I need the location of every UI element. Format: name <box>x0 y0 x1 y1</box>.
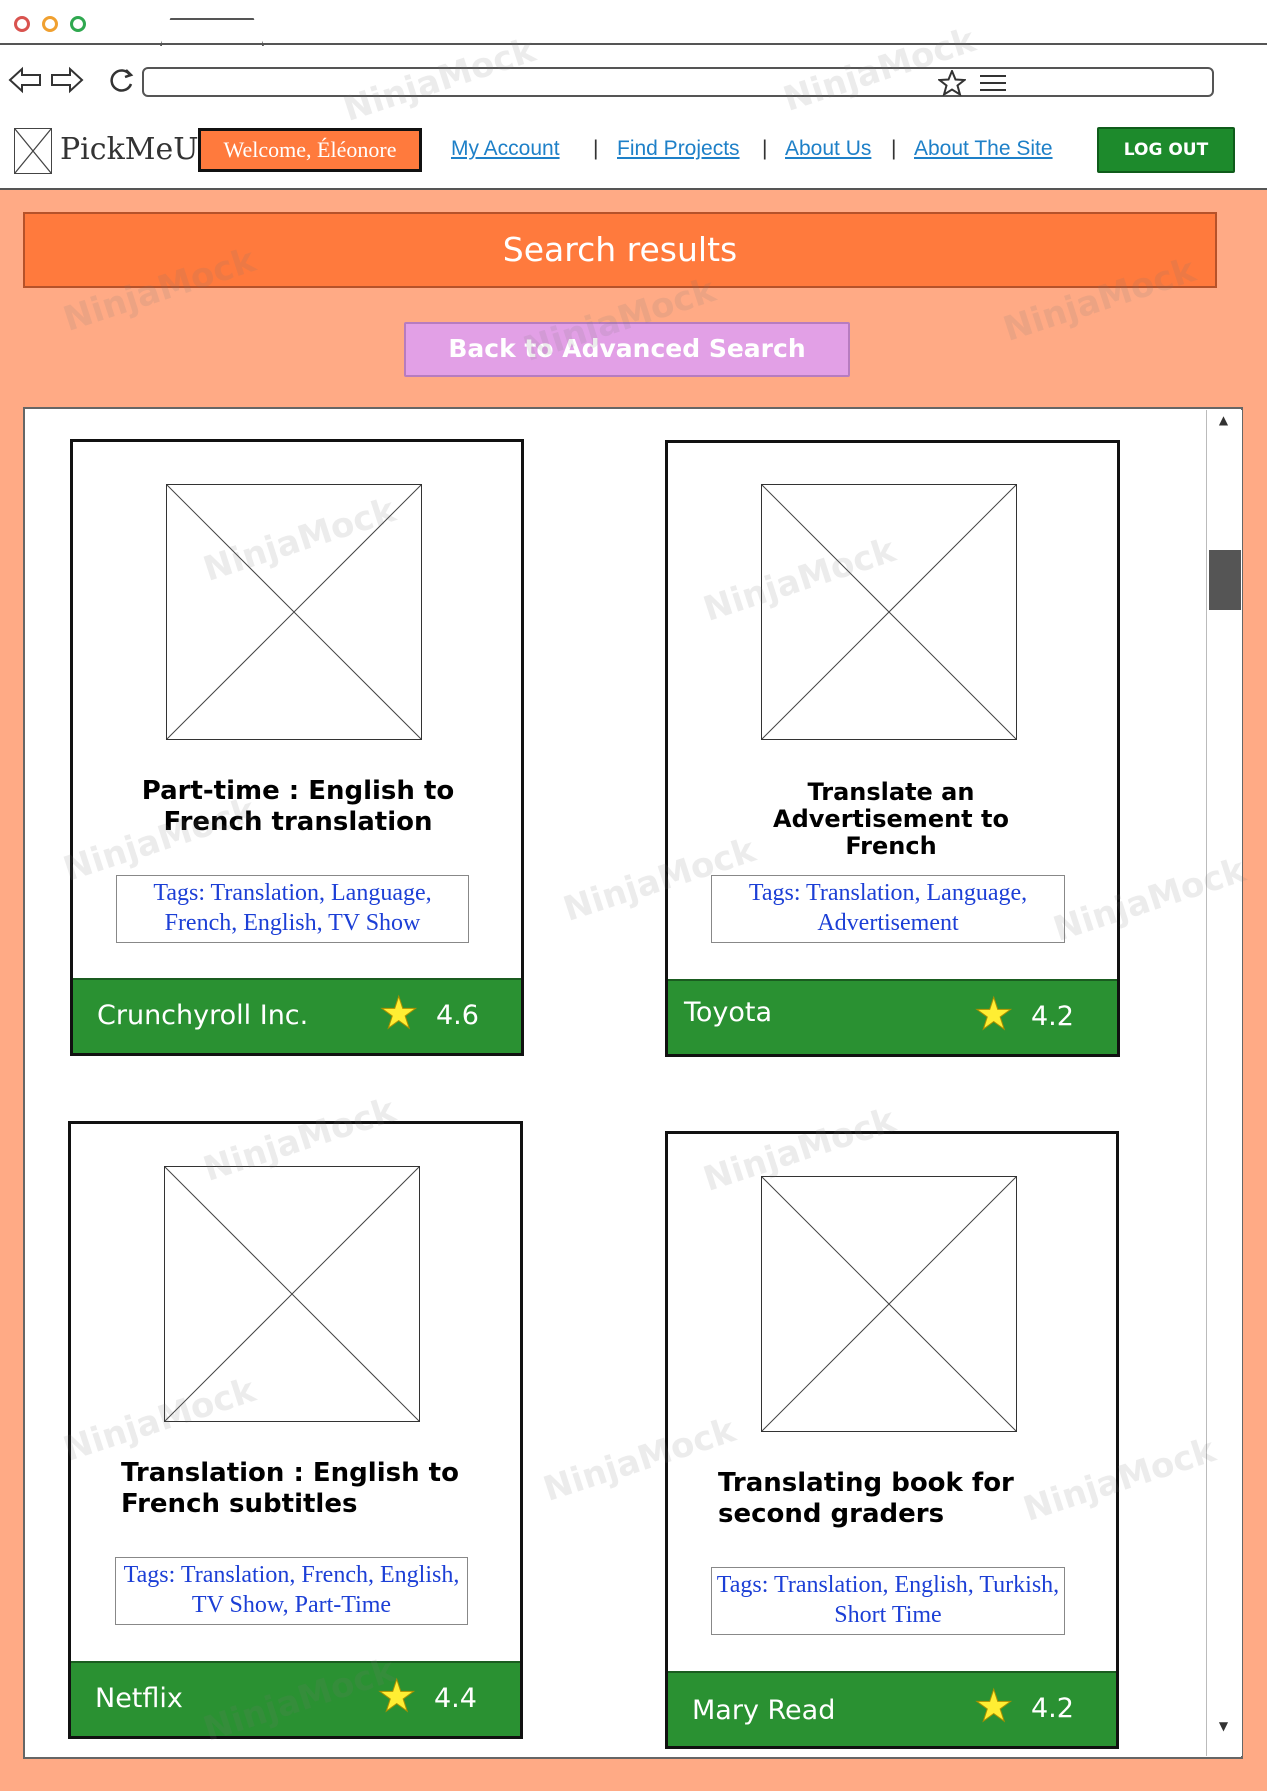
orange-circle-icon[interactable] <box>42 16 58 32</box>
project-title[interactable]: Part-time : English to French translatio… <box>103 776 493 838</box>
logo-text[interactable]: PickMeUp <box>60 132 218 167</box>
company-name[interactable]: Toyota <box>684 997 772 1028</box>
browser-tab[interactable] <box>160 18 264 46</box>
project-tags: Tags: Translation, Language, French, Eng… <box>116 875 469 943</box>
search-results-banner: Search results <box>23 212 1217 288</box>
project-tags: Tags: Translation, English, Turkish, Sho… <box>711 1567 1065 1635</box>
project-card[interactable]: Translation : English to French subtitle… <box>68 1121 523 1739</box>
project-image-placeholder <box>761 1176 1017 1432</box>
logo-image-placeholder <box>14 128 52 174</box>
back-to-advanced-search-button[interactable]: Back to Advanced Search <box>404 322 850 377</box>
scrollbar-track[interactable] <box>1206 410 1242 1756</box>
nav-separator: | <box>593 137 599 160</box>
project-image-placeholder <box>166 484 422 740</box>
project-title[interactable]: Translating book for second graders <box>718 1468 1078 1530</box>
project-title[interactable]: Translate an Advertisement to French <box>746 779 1036 860</box>
card-footer: Netflix ★ 4.4 <box>71 1661 520 1736</box>
star-icon: ★ <box>973 989 1014 1040</box>
arrow-left-icon[interactable] <box>8 66 42 100</box>
project-image-placeholder <box>164 1166 420 1422</box>
company-rating: 4.6 <box>436 1000 479 1031</box>
project-card[interactable]: Part-time : English to French translatio… <box>70 439 524 1056</box>
arrow-right-icon[interactable] <box>50 66 84 100</box>
scroll-up-icon[interactable]: ▲ <box>1206 410 1241 430</box>
refresh-icon[interactable] <box>106 66 136 102</box>
tab-divider <box>0 43 1267 45</box>
company-rating: 4.2 <box>1031 1001 1074 1032</box>
nav-my-account[interactable]: My Account <box>451 137 560 161</box>
project-card[interactable]: Translating book for second graders Tags… <box>665 1131 1119 1749</box>
welcome-badge: Welcome, Éléonore <box>198 128 422 172</box>
card-footer: Toyota ★ 4.2 <box>668 979 1117 1054</box>
company-rating: 4.2 <box>1031 1693 1074 1724</box>
card-footer: Mary Read ★ 4.2 <box>668 1671 1116 1746</box>
nav-separator: | <box>762 137 768 160</box>
url-bar[interactable] <box>142 67 1214 97</box>
star-outline-icon[interactable] <box>936 68 968 100</box>
star-icon: ★ <box>973 1681 1014 1732</box>
company-name[interactable]: Netflix <box>95 1683 183 1714</box>
star-icon: ★ <box>378 988 419 1039</box>
nav-find-projects[interactable]: Find Projects <box>617 137 740 161</box>
star-icon: ★ <box>376 1671 417 1722</box>
red-circle-icon[interactable] <box>14 16 30 32</box>
scrollbar-thumb[interactable] <box>1209 550 1241 610</box>
company-rating: 4.4 <box>434 1683 477 1714</box>
nav-about-the-site[interactable]: About The Site <box>914 137 1053 161</box>
hamburger-icon[interactable] <box>980 74 1006 96</box>
scroll-down-icon[interactable]: ▼ <box>1206 1716 1241 1736</box>
company-name[interactable]: Crunchyroll Inc. <box>97 1000 308 1031</box>
nav-about-us[interactable]: About Us <box>785 137 871 161</box>
card-footer: Crunchyroll Inc. ★ 4.6 <box>73 978 521 1053</box>
logout-button[interactable]: LOG OUT <box>1097 127 1235 173</box>
project-title[interactable]: Translation : English to French subtitle… <box>121 1458 481 1520</box>
nav-separator: | <box>891 137 897 160</box>
project-tags: Tags: Translation, Language, Advertiseme… <box>711 875 1065 943</box>
company-name[interactable]: Mary Read <box>692 1695 835 1726</box>
project-card[interactable]: Translate an Advertisement to French Tag… <box>665 440 1120 1057</box>
project-image-placeholder <box>761 484 1017 740</box>
green-circle-icon[interactable] <box>70 16 86 32</box>
project-tags: Tags: Translation, French, English, TV S… <box>115 1557 468 1625</box>
